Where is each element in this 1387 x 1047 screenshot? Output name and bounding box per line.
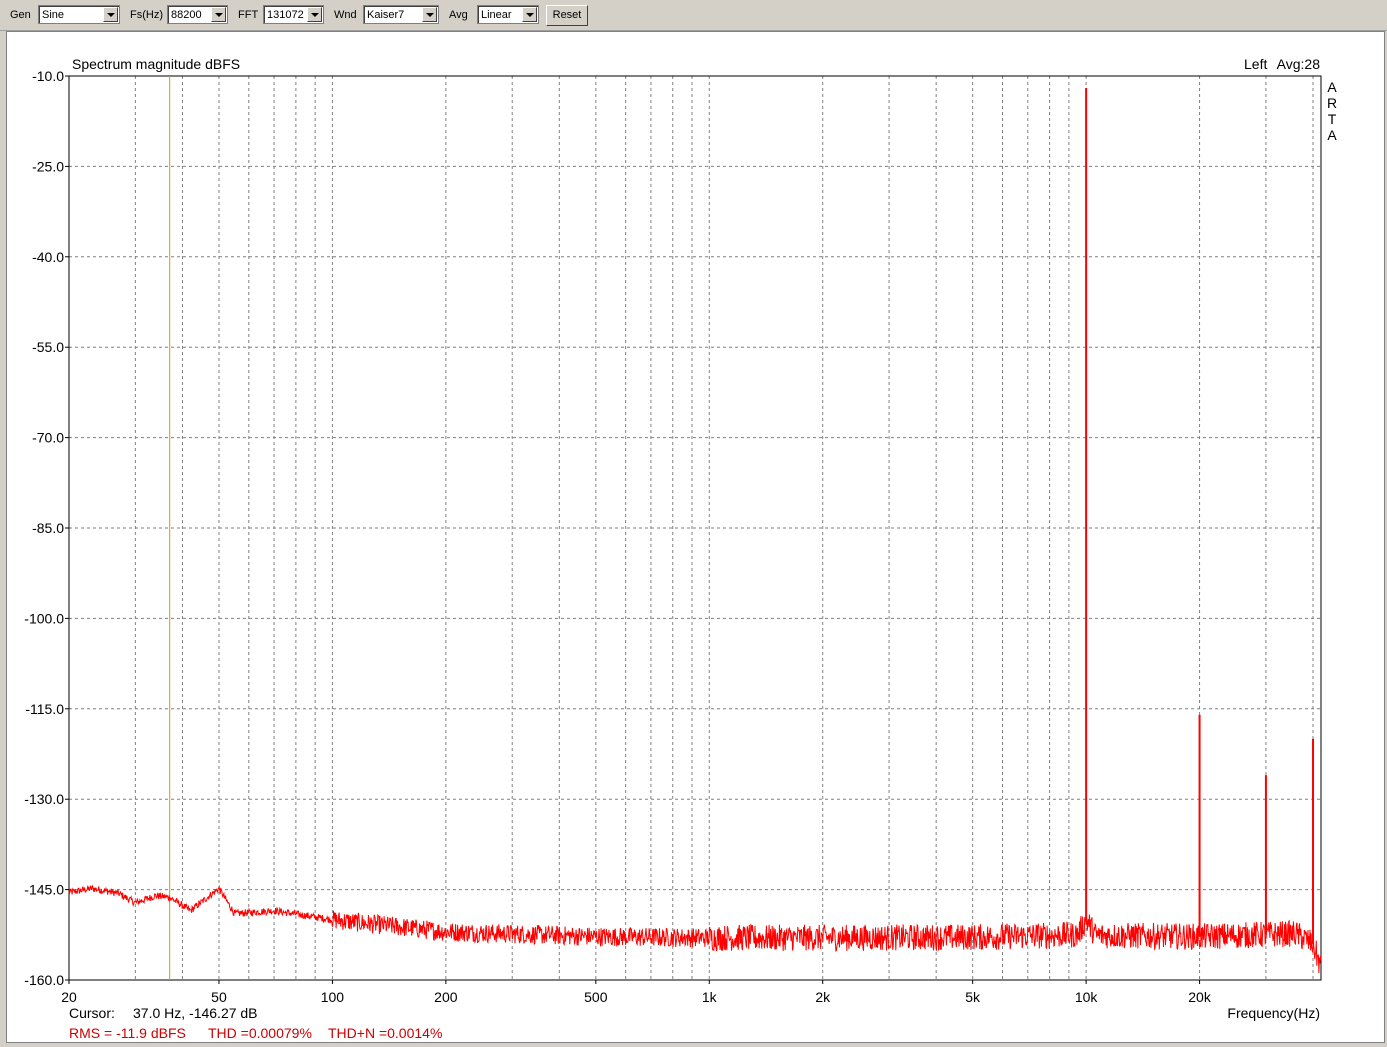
x-tick-label: 100 [321, 989, 345, 1005]
y-tick-label: -160.0 [24, 972, 64, 988]
x-tick-label: 200 [434, 989, 458, 1005]
rms-readout: RMS = -11.9 dBFS [69, 1025, 186, 1041]
y-tick-label: -40.0 [32, 249, 64, 265]
x-tick-label: 1k [702, 989, 718, 1005]
y-axis-ticks: -10.0 -25.0 -40.0 -55.0 -70.0 -85.0 -100.0 -115… [24, 68, 69, 988]
channel-label: Left [1244, 56, 1267, 72]
x-tick-label: 500 [584, 989, 608, 1005]
thd-readout: THD =0.00079% [208, 1025, 312, 1041]
x-tick-label: 10k [1075, 989, 1099, 1005]
y-tick-label: -145.0 [24, 882, 64, 898]
cursor-readout: 37.0 Hz, -146.27 dB [133, 1005, 258, 1021]
watermark-letter: R [1327, 95, 1337, 111]
y-tick-label: -10.0 [32, 68, 64, 84]
x-tick-label: 50 [211, 989, 227, 1005]
cursor-label: Cursor: [69, 1005, 115, 1021]
thdn-readout: THD+N =0.0014% [328, 1025, 442, 1041]
noise-floor-trace [68, 884, 1322, 974]
x-tick-label: 2k [815, 989, 831, 1005]
y-tick-label: -115.0 [25, 701, 64, 717]
y-tick-label: -55.0 [32, 339, 64, 355]
y-tick-label: -25.0 [32, 158, 64, 174]
y-tick-label: -70.0 [32, 430, 64, 446]
x-tick-label: 5k [965, 989, 981, 1005]
y-tick-label: -85.0 [32, 520, 64, 536]
arta-watermark: ARTA [1327, 79, 1337, 143]
watermark-letter: T [1328, 111, 1337, 127]
x-tick-label: 20 [61, 989, 77, 1005]
y-tick-label: -130.0 [24, 791, 64, 807]
x-axis-ticks: 20 50 100 200 500 1k 2k 5k 10k 20k [61, 980, 1212, 1005]
spectrum-chart[interactable]: -10.0 -25.0 -40.0 -55.0 -70.0 -85.0 -100.0 -115… [0, 0, 1387, 1047]
y-tick-label: -100.0 [24, 610, 64, 626]
x-axis-label: Frequency(Hz) [1227, 1005, 1320, 1021]
chart-title: Spectrum magnitude dBFS [72, 56, 240, 72]
watermark-letter: A [1327, 127, 1337, 143]
x-tick-label: 20k [1188, 989, 1212, 1005]
watermark-letter: A [1327, 79, 1337, 95]
grid [69, 76, 1321, 980]
avg-count-label: Avg:28 [1277, 56, 1321, 72]
